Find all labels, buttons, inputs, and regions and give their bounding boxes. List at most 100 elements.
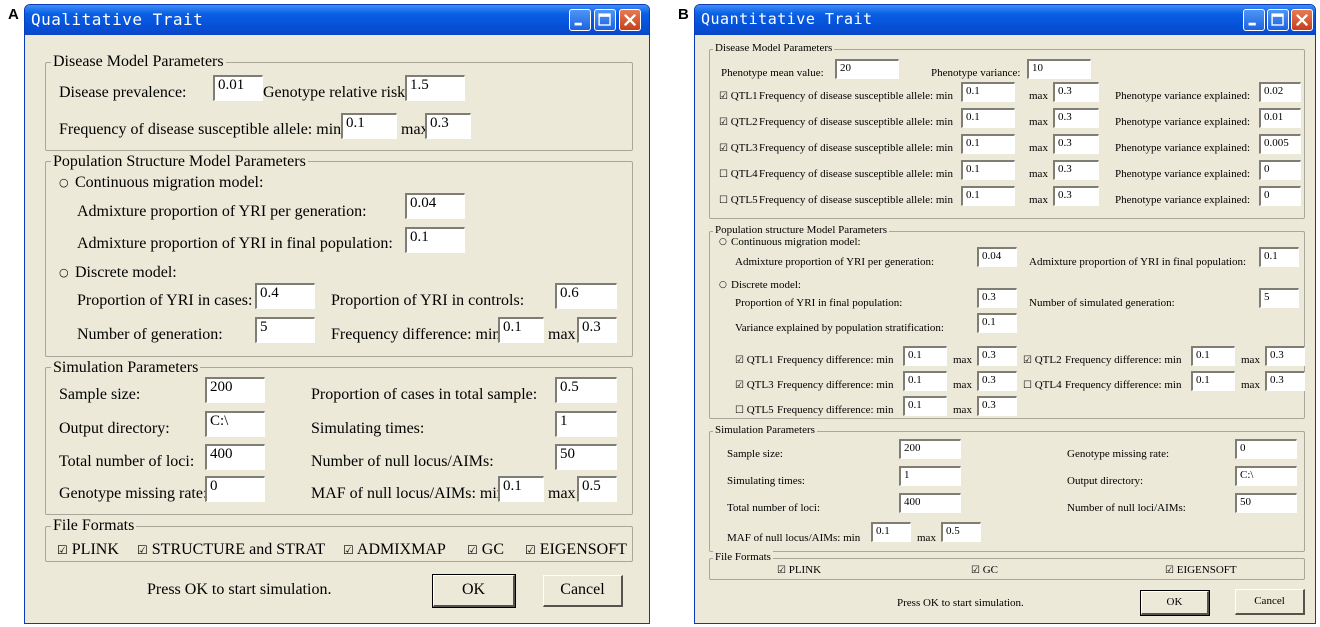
continuous-migration-radio[interactable]: ○ — [59, 176, 69, 189]
format-structure-checkbox[interactable]: ☑ STRUCTURE and STRAT — [137, 541, 325, 559]
genotype-relative-risk-field[interactable]: 1.5 — [405, 75, 465, 101]
phenotype-variance-field[interactable]: 10 — [1027, 59, 1091, 79]
genotype-missing-field[interactable]: 0 — [1235, 439, 1297, 459]
ok-button[interactable]: OK — [1140, 590, 1210, 616]
qtl-fd-checkbox[interactable]: ☑ QTL3 — [735, 379, 774, 391]
qtl-fd-max-field[interactable]: 0.3 — [977, 371, 1017, 391]
yri-cases-field[interactable]: 0.4 — [255, 283, 315, 309]
output-directory-field[interactable]: C:\ — [205, 411, 265, 437]
admixture-per-generation-label: Admixture proportion of YRI per generati… — [77, 203, 367, 220]
output-directory-field[interactable]: C:\ — [1235, 466, 1297, 486]
phenotype-mean-field[interactable]: 20 — [835, 59, 899, 79]
format-gc-label: GC — [982, 564, 998, 576]
qtl-fd-max-field[interactable]: 0.3 — [977, 396, 1017, 416]
total-loci-field[interactable]: 400 — [205, 444, 265, 470]
admixture-per-generation-field[interactable]: 0.04 — [405, 193, 465, 219]
qtl-checkbox[interactable]: ☐ QTL5 — [719, 194, 758, 206]
qtl-variance-field[interactable]: 0 — [1259, 186, 1301, 206]
qtl-max-field[interactable]: 0.3 — [1053, 160, 1099, 180]
continuous-migration-radio[interactable]: ○ — [719, 237, 727, 247]
maf-min-field[interactable]: 0.1 — [871, 522, 911, 542]
maf-max-field[interactable]: 0.5 — [577, 476, 617, 502]
qtl-fd-min-field[interactable]: 0.1 — [903, 396, 947, 416]
format-plink-checkbox[interactable]: ☑ PLINK — [57, 541, 119, 559]
qtl-fd-min-field[interactable]: 0.1 — [1191, 371, 1235, 391]
qtl-fd-max-field[interactable]: 0.3 — [1265, 371, 1305, 391]
format-eigensoft-checkbox[interactable]: ☑ EIGENSOFT — [525, 541, 627, 559]
disease-prevalence-field[interactable]: 0.01 — [213, 75, 263, 101]
ok-button[interactable]: OK — [432, 574, 516, 608]
format-gc-checkbox[interactable]: ☑ GC — [971, 564, 998, 576]
checkbox-checked-icon: ☑ — [1023, 355, 1032, 366]
yri-controls-field[interactable]: 0.6 — [555, 283, 617, 309]
qtl-min-field[interactable]: 0.1 — [961, 160, 1015, 180]
qtl-min-field[interactable]: 0.1 — [961, 186, 1015, 206]
simulated-generation-field[interactable]: 5 — [1259, 288, 1299, 308]
number-generation-field[interactable]: 5 — [255, 317, 315, 343]
frequency-difference-max-field[interactable]: 0.3 — [577, 317, 617, 343]
allele-frequency-max-field[interactable]: 0.3 — [425, 113, 471, 139]
qtl-min-field[interactable]: 0.1 — [961, 134, 1015, 154]
qtl-fd-checkbox[interactable]: ☐ QTL4 — [1023, 379, 1062, 391]
qtl-variance-field[interactable]: 0.005 — [1259, 134, 1301, 154]
simulating-times-field[interactable]: 1 — [899, 466, 961, 486]
simulating-times-field[interactable]: 1 — [555, 411, 617, 437]
format-eigensoft-checkbox[interactable]: ☑ EIGENSOFT — [1165, 564, 1237, 576]
allele-frequency-min-field[interactable]: 0.1 — [341, 113, 397, 139]
discrete-model-radio[interactable]: ○ — [719, 280, 727, 290]
qtl-fd-checkbox[interactable]: ☑ QTL2 — [1023, 354, 1062, 366]
close-button[interactable] — [1291, 9, 1313, 31]
qtl-variance-field[interactable]: 0.02 — [1259, 82, 1301, 102]
qtl-fd-max-field[interactable]: 0.3 — [977, 346, 1017, 366]
qtl-max-field[interactable]: 0.3 — [1053, 108, 1099, 128]
qtl-name: QTL2 — [1034, 354, 1062, 366]
qtl-checkbox[interactable]: ☑ QTL1 — [719, 90, 758, 102]
qtl-fd-min-field[interactable]: 0.1 — [903, 371, 947, 391]
stratification-field[interactable]: 0.1 — [977, 313, 1017, 333]
admixture-final-field[interactable]: 0.1 — [405, 227, 465, 253]
maximize-button[interactable] — [594, 9, 616, 31]
admixture-per-generation-field[interactable]: 0.04 — [977, 247, 1017, 267]
qtl-fd-checkbox[interactable]: ☐ QTL5 — [735, 404, 774, 416]
title-bar[interactable]: Qualitative Trait — [25, 5, 649, 35]
qtl-checkbox[interactable]: ☑ QTL3 — [719, 142, 758, 154]
total-loci-field[interactable]: 400 — [899, 493, 961, 513]
admixture-final-field[interactable]: 0.1 — [1259, 247, 1299, 267]
title-bar[interactable]: Quantitative Trait — [695, 5, 1315, 35]
qtl-max-field[interactable]: 0.3 — [1053, 186, 1099, 206]
simulating-times-label: Simulating times: — [311, 420, 425, 437]
null-locus-field[interactable]: 50 — [555, 444, 617, 470]
qtl-max-field[interactable]: 0.3 — [1053, 134, 1099, 154]
qtl-checkbox[interactable]: ☐ QTL4 — [719, 168, 758, 180]
qtl-fd-checkbox[interactable]: ☑ QTL1 — [735, 354, 774, 366]
close-button[interactable] — [619, 9, 641, 31]
qtl-min-field[interactable]: 0.1 — [961, 108, 1015, 128]
null-locus-label: Number of null locus/AIMs: — [311, 453, 494, 470]
qtl-variance-field[interactable]: 0.01 — [1259, 108, 1301, 128]
qtl-min-field[interactable]: 0.1 — [961, 82, 1015, 102]
qtl-checkbox[interactable]: ☑ QTL2 — [719, 116, 758, 128]
cancel-button[interactable]: Cancel — [1235, 589, 1305, 615]
qtl-fd-min-field[interactable]: 0.1 — [1191, 346, 1235, 366]
maximize-button[interactable] — [1267, 9, 1289, 31]
qtl-variance-field[interactable]: 0 — [1259, 160, 1301, 180]
qtl-fd-min-field[interactable]: 0.1 — [903, 346, 947, 366]
minimize-button[interactable] — [1243, 9, 1265, 31]
format-plink-checkbox[interactable]: ☑ PLINK — [777, 564, 821, 576]
format-admixmap-checkbox[interactable]: ☑ ADMIXMAP — [343, 541, 446, 559]
discrete-model-radio[interactable]: ○ — [59, 266, 69, 279]
minimize-button[interactable] — [569, 9, 591, 31]
sample-size-field[interactable]: 200 — [899, 439, 961, 459]
qtl-fd-max-field[interactable]: 0.3 — [1265, 346, 1305, 366]
frequency-difference-min-field[interactable]: 0.1 — [498, 317, 544, 343]
maf-min-field[interactable]: 0.1 — [498, 476, 544, 502]
yri-final-field[interactable]: 0.3 — [977, 288, 1017, 308]
null-loci-field[interactable]: 50 — [1235, 493, 1297, 513]
cancel-button[interactable]: Cancel — [543, 575, 623, 607]
sample-size-field[interactable]: 200 — [205, 377, 265, 403]
format-gc-checkbox[interactable]: ☑ GC — [467, 541, 504, 559]
proportion-cases-field[interactable]: 0.5 — [555, 377, 617, 403]
maf-max-field[interactable]: 0.5 — [941, 522, 981, 542]
genotype-missing-field[interactable]: 0 — [205, 476, 265, 502]
qtl-max-field[interactable]: 0.3 — [1053, 82, 1099, 102]
